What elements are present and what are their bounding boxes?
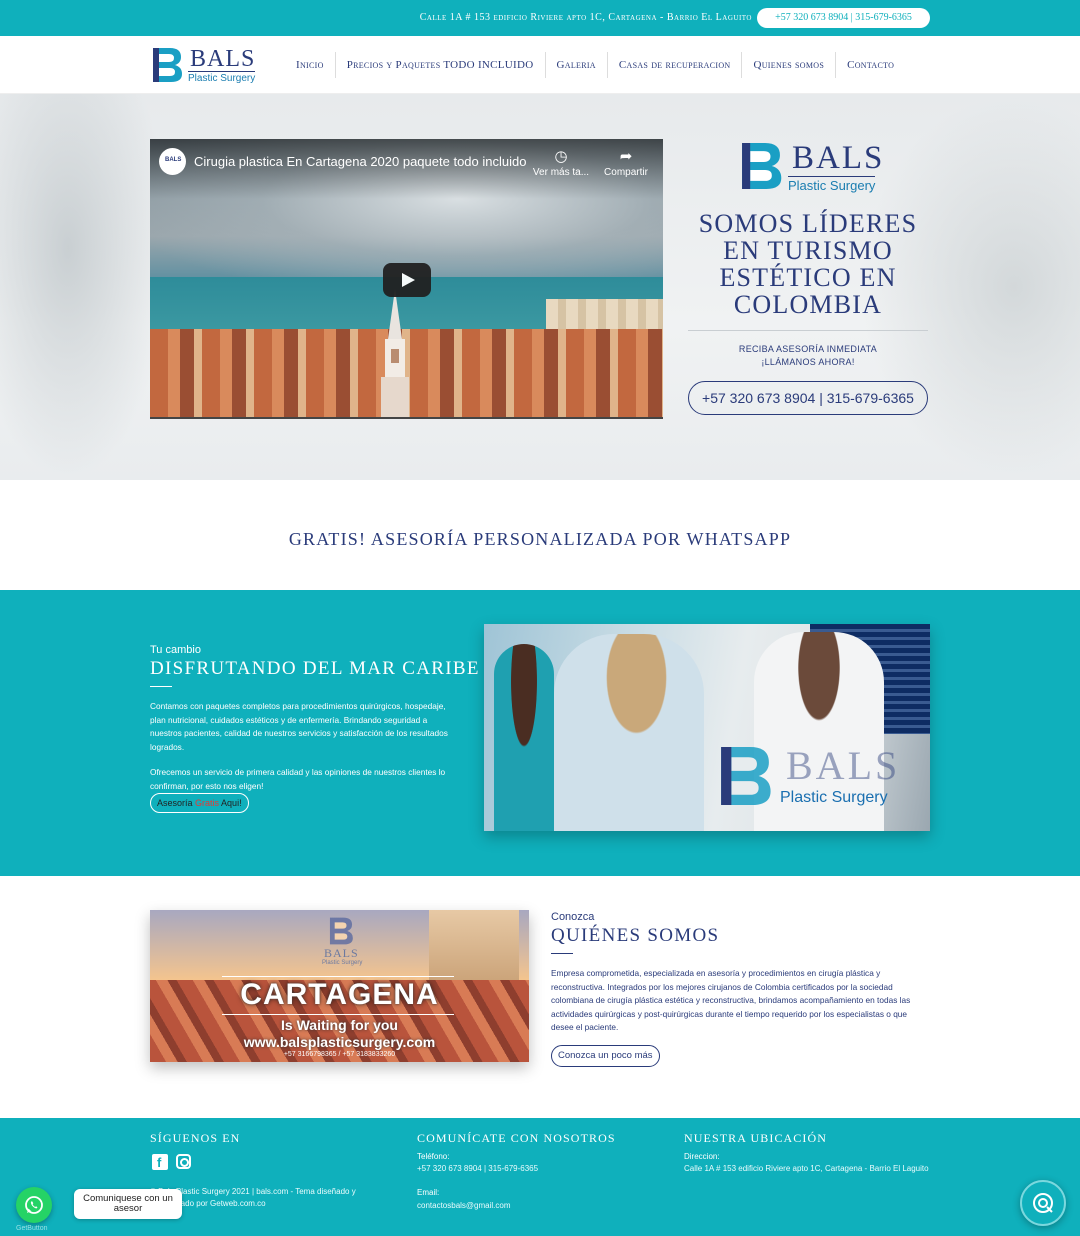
hero-headline: SOMOS LÍDERES EN TURISMO ESTÉTICO EN COL… (698, 209, 918, 319)
hero-phone-button[interactable]: +57 320 673 8904 | 315-679-6365 (688, 381, 928, 415)
bals-logo-mark-icon (329, 917, 353, 945)
footer-phone-label: Teléfono: (417, 1152, 450, 1161)
topbar-address: Calle 1A # 153 edificio Riviere apto 1C,… (419, 12, 752, 23)
brand-name: BALS (190, 46, 256, 72)
caribe-section: Tu cambio DISFRUTANDO DEL MAR CARIBE Con… (0, 590, 1080, 876)
footer-address: Calle 1A # 153 edificio Riviere apto 1C,… (684, 1164, 929, 1173)
topbar-phone-button[interactable]: +57 320 673 8904 | 315-679-6365 (757, 8, 930, 28)
about-divider (551, 953, 573, 954)
main-nav: Inicio Precios y Paquetes TODO INCLUIDO … (285, 52, 905, 78)
promo-phones: +57 3166798365 / +57 3183833260 (283, 1051, 396, 1058)
hero-logo: BALS Plastic Surgery (738, 140, 882, 194)
hero-brand-tagline: Plastic Surgery (788, 176, 876, 193)
chat-bubble-icon (1033, 1193, 1053, 1213)
cartagena-promo-image: BALS Plastic Surgery CARTAGENA Is Waitin… (150, 910, 529, 1062)
consultation-photo: BALS Plastic Surgery (484, 624, 930, 831)
share-arrow-icon: ➦ (619, 148, 633, 165)
site-logo[interactable]: BALS Plastic Surgery (150, 44, 260, 86)
brand-tagline: Plastic Surgery (188, 71, 256, 84)
footer-address-label: Direccion: (684, 1152, 720, 1161)
about-paragraph: Empresa comprometida, especializada en a… (551, 968, 911, 1032)
nav-item-quienes-somos[interactable]: Quienes somos (742, 52, 837, 78)
hero-cta-panel: BALS Plastic Surgery SOMOS LÍDERES EN TU… (684, 134, 932, 415)
caribe-divider (150, 686, 172, 687)
free-consultation-button[interactable]: Asesoría Gratis Aqui! (150, 793, 249, 813)
bals-logo-mark-icon (721, 747, 771, 805)
learn-more-button[interactable]: Conozca un poco más (551, 1045, 660, 1067)
caribe-eyebrow: Tu cambio (150, 644, 201, 656)
nav-item-inicio[interactable]: Inicio (285, 52, 336, 78)
caribe-heading: DISFRUTANDO DEL MAR CARIBE (150, 658, 480, 679)
hero-cta-line-2: ¡LLÁMANOS AHORA! (761, 357, 855, 367)
top-bar: Calle 1A # 153 edificio Riviere apto 1C,… (0, 0, 1080, 36)
site-header: BALS Plastic Surgery Inicio Precios y Pa… (0, 36, 1080, 94)
hero-divider (688, 330, 928, 331)
getbutton-credit[interactable]: GetButton (16, 1225, 48, 1232)
instagram-icon[interactable] (176, 1154, 191, 1169)
bals-logo-mark-icon (742, 143, 782, 189)
whatsapp-icon (25, 1196, 43, 1214)
whatsapp-float-button[interactable] (16, 1187, 52, 1223)
share-button[interactable]: ➦ Compartir (591, 147, 661, 178)
whatsapp-banner: GRATIS! ASESORÍA PERSONALIZADA POR WHATS… (0, 480, 1080, 590)
video-title[interactable]: Cirugia plastica En Cartagena 2020 paque… (194, 154, 526, 169)
youtube-video-player[interactable]: BALS Cirugia plastica En Cartagena 2020 … (150, 139, 663, 419)
facebook-icon[interactable]: f (152, 1154, 168, 1170)
whatsapp-tooltip[interactable]: Comuniquese con un asesor (74, 1189, 182, 1219)
video-channel-avatar[interactable]: BALS (159, 148, 186, 175)
hero-background-left (0, 94, 170, 480)
photo-watermark-logo: BALS Plastic Surgery (716, 740, 916, 820)
whatsapp-banner-heading[interactable]: GRATIS! ASESORÍA PERSONALIZADA POR WHATS… (0, 529, 1080, 550)
watch-later-button[interactable]: ◷ Ver más ta... (526, 147, 596, 178)
footer-email-link[interactable]: contactosbals@gmail.com (417, 1201, 511, 1210)
about-section: BALS Plastic Surgery CARTAGENA Is Waitin… (0, 876, 1080, 1118)
cathedral-tower-image (381, 289, 409, 417)
footer-contact-heading: COMUNÍCATE CON NOSOTROS (417, 1131, 616, 1145)
footer-social-heading: SÍGUENOS EN (150, 1131, 241, 1145)
nav-item-precios[interactable]: Precios y Paquetes TODO INCLUIDO (336, 52, 546, 78)
footer-email-label: Email: (417, 1188, 440, 1197)
about-eyebrow: Conozca (551, 911, 595, 923)
clock-icon: ◷ (554, 148, 568, 165)
chat-widget-button[interactable] (1020, 1180, 1066, 1226)
nav-item-contacto[interactable]: Contacto (836, 52, 905, 78)
promo-title: CARTAGENA (240, 978, 439, 1011)
caribe-paragraph-1: Contamos con paquetes completos para pro… (150, 701, 448, 752)
promo-subtitle: Is Waiting for you (281, 1017, 398, 1033)
about-heading: QUIÉNES SOMOS (551, 925, 720, 946)
promo-website: www.balsplasticsurgery.com (243, 1034, 436, 1050)
footer-copyright: © Bals Plastic Surgery 2021 | bals.com -… (150, 1187, 356, 1208)
footer-phone-link[interactable]: +57 320 673 8904 | 315-679-6365 (417, 1164, 538, 1173)
bals-logo-mark-icon (153, 48, 182, 82)
video-play-button[interactable] (383, 263, 431, 297)
hero-brand-name: BALS (792, 140, 885, 176)
nav-item-casas[interactable]: Casas de recuperacion (608, 52, 743, 78)
hero-section: BALS Cirugia plastica En Cartagena 2020 … (0, 94, 1080, 480)
hero-cta-line-1: RECIBA ASESORÍA INMEDIATA (738, 344, 878, 354)
nav-item-galeria[interactable]: Galeria (546, 52, 608, 78)
footer-location-heading: NUESTRA UBICACIÓN (684, 1131, 828, 1145)
caribe-paragraph-2: Ofrecemos un servicio de primera calidad… (150, 767, 446, 791)
